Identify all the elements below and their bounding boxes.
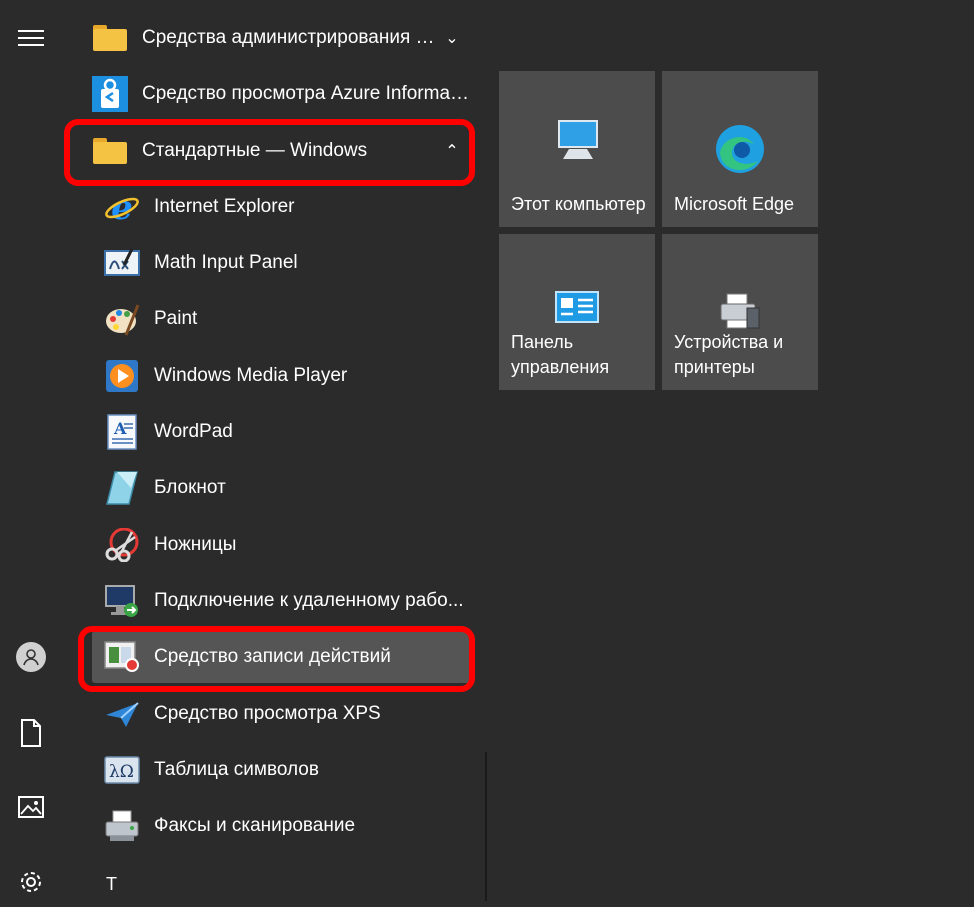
list-item-label: Ножницы [154, 534, 237, 555]
settings-icon[interactable] [6, 857, 56, 907]
remote-desktop-icon [102, 581, 142, 621]
list-item-label: Paint [154, 308, 198, 329]
list-item-label: Windows Media Player [154, 365, 348, 386]
tile-this-pc[interactable]: Этот компьютер [499, 71, 655, 227]
list-item-steps-recorder[interactable]: Средство записи действий [92, 631, 470, 683]
internet-explorer-icon: e [102, 187, 142, 227]
paint-palette-icon [102, 299, 142, 339]
list-item-remote-desktop[interactable]: Подключение к удаленному рабо... [92, 575, 470, 627]
pictures-icon[interactable] [6, 782, 56, 832]
list-item-label: WordPad [154, 421, 233, 442]
section-letter[interactable]: Т [106, 874, 117, 895]
document-icon[interactable] [6, 708, 56, 758]
chevron-down-icon: ⌄ [445, 30, 459, 47]
list-item-wordpad[interactable]: A WordPad [92, 406, 470, 458]
list-item-paint[interactable]: Paint [92, 293, 470, 345]
control-panel-icon [554, 290, 600, 331]
svg-text:λΩ: λΩ [109, 762, 134, 782]
tile-devices-printers[interactable]: Устройства и принтеры [662, 234, 818, 390]
list-item-label: Блокнот [154, 477, 226, 498]
xps-viewer-icon [102, 694, 142, 734]
steps-recorder-icon [102, 637, 142, 677]
tile-microsoft-edge[interactable]: Microsoft Edge [662, 71, 818, 227]
folder-icon [90, 131, 130, 171]
tile-label: Microsoft Edge [674, 194, 795, 214]
list-item-label: Средство просмотра Azure Informati... [142, 83, 470, 104]
list-item-label: Math Input Panel [154, 252, 298, 273]
list-item-math-input[interactable]: Math Input Panel [92, 237, 470, 289]
list-item-label: Подключение к удаленному рабо... [154, 590, 464, 611]
hamburger-icon[interactable] [6, 13, 56, 63]
list-item-accessories[interactable]: Стандартные — Windows ⌃ [78, 125, 470, 177]
svg-text:e: e [111, 189, 133, 225]
tile-label: Панель управления [511, 332, 610, 377]
list-item-label: Стандартные — Windows [142, 140, 368, 161]
list-item-label: Средство записи действий [154, 646, 391, 667]
tile-label: Устройства и принтеры [674, 332, 784, 377]
computer-icon [553, 119, 601, 168]
list-item-xps-viewer[interactable]: Средство просмотра XPS [92, 688, 470, 740]
scroll-divider [485, 752, 487, 901]
chevron-up-icon: ⌃ [445, 143, 459, 160]
list-item-label: Средство просмотра XPS [154, 703, 381, 724]
list-item-admin-tools[interactable]: Средства администрирования W... ⌄ [78, 12, 470, 64]
azure-info-icon [90, 74, 130, 114]
user-icon[interactable] [6, 632, 56, 682]
list-item-label: Факсы и сканирование [154, 815, 356, 836]
list-item-snipping[interactable]: Ножницы [92, 519, 470, 571]
list-item-fax-scan[interactable]: Факсы и сканирование [92, 800, 470, 852]
character-map-icon: λΩ [102, 750, 142, 790]
tile-control-panel[interactable]: Панель управления [499, 234, 655, 390]
list-item-azure-viewer[interactable]: Средство просмотра Azure Informati... [78, 68, 470, 120]
start-rail [0, 0, 62, 901]
list-item-label: Средства администрирования W... [142, 27, 438, 48]
list-item-media-player[interactable]: Windows Media Player [92, 350, 470, 402]
list-item-character-map[interactable]: λΩ Таблица символов [92, 744, 470, 796]
tile-label: Этот компьютер [511, 194, 646, 214]
media-player-icon [102, 356, 142, 396]
notepad-icon [102, 468, 142, 508]
list-item-internet-explorer[interactable]: e Internet Explorer [92, 181, 470, 233]
list-item-label: Таблица символов [154, 759, 319, 780]
scissors-icon [102, 525, 142, 565]
math-input-icon [102, 243, 142, 283]
folder-icon [90, 18, 130, 58]
list-item-notepad[interactable]: Блокнот [92, 462, 470, 514]
wordpad-icon: A [102, 412, 142, 452]
edge-icon [714, 123, 766, 180]
list-item-label: Internet Explorer [154, 196, 295, 217]
fax-scanner-icon [102, 806, 142, 846]
